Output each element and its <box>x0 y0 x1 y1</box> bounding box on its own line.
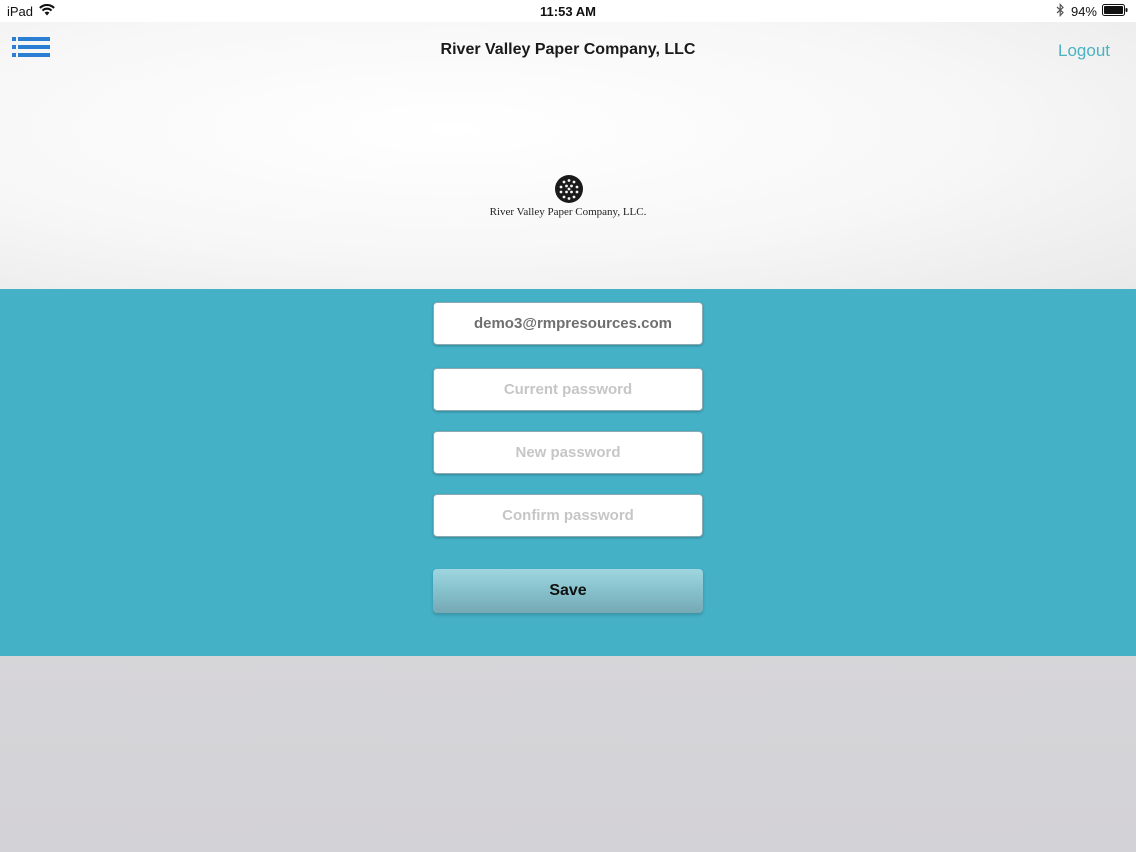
bluetooth-icon <box>1056 2 1065 20</box>
page-title: River Valley Paper Company, LLC <box>440 41 696 58</box>
email-field[interactable] <box>433 302 703 345</box>
save-button[interactable]: Save <box>433 569 703 613</box>
status-bar: iPad 11:53 AM 94% <box>0 0 1136 22</box>
status-time: 11:53 AM <box>540 4 596 19</box>
lower-background <box>0 656 1136 852</box>
current-password-field[interactable] <box>433 368 703 411</box>
new-password-field[interactable] <box>433 431 703 474</box>
change-password-form: Save <box>0 289 1136 656</box>
company-logo-text: River Valley Paper Company, LLC. <box>489 206 647 218</box>
battery-percent: 94% <box>1070 4 1097 19</box>
logout-link[interactable]: Logout <box>1058 41 1110 61</box>
hamburger-menu-icon[interactable] <box>12 36 50 64</box>
status-right: 94% <box>1056 2 1128 20</box>
company-logo-icon <box>553 173 585 205</box>
confirm-password-field[interactable] <box>433 494 703 537</box>
header-area: River Valley Paper Company, LLC Logout R… <box>0 22 1136 289</box>
battery-icon <box>1102 4 1128 19</box>
